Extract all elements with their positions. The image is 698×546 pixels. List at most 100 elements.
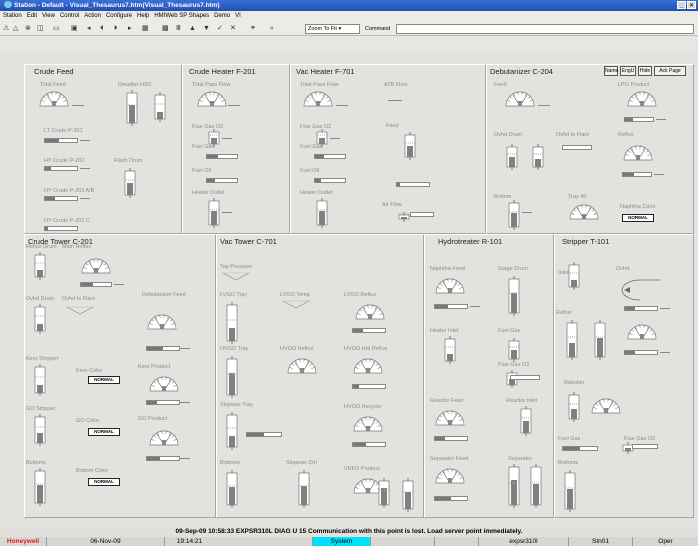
level-bar[interactable] [314,154,346,159]
level-bar[interactable] [352,328,386,333]
vessel-level-icon[interactable] [316,198,328,228]
level-bar[interactable] [624,350,658,355]
level-bar[interactable] [632,444,658,449]
menu-configure[interactable]: Configure [106,13,132,19]
vessel-level-icon[interactable] [520,406,532,436]
minimize-button[interactable]: _ [677,1,686,9]
level-bar[interactable] [434,496,468,501]
flow-gauge-icon[interactable] [196,89,228,109]
vessel-level-icon[interactable] [506,144,518,170]
valve-icon[interactable] [66,306,94,316]
vessel-level-icon[interactable] [508,338,520,362]
command-input[interactable] [396,24,694,34]
zoom-icon[interactable]: ⌕ [270,24,274,34]
level-bar[interactable] [562,145,592,150]
level-bar[interactable] [44,196,78,201]
flow-gauge-icon[interactable] [352,356,384,376]
flow-gauge-icon[interactable] [354,302,386,322]
bottom-color-box[interactable]: NORMAL [88,478,120,486]
save-icon[interactable]: ▦ [142,24,149,34]
menu-vi[interactable]: VI [235,13,241,19]
flow-gauge-icon[interactable] [626,322,658,342]
trend-icon[interactable]: ▩ [162,24,169,34]
vessel-level-icon[interactable] [226,302,238,344]
forward-icon[interactable]: ⏵ [114,24,118,34]
level-bar[interactable] [352,384,386,389]
prev-icon[interactable]: ◂ [87,24,91,34]
vessel-level-icon[interactable] [34,252,46,280]
level-bar[interactable] [510,375,540,380]
vessel-level-icon[interactable] [34,414,46,446]
next-icon[interactable]: ▸ [128,24,132,34]
valve-icon[interactable] [222,272,250,282]
flow-gauge-icon[interactable] [434,466,466,486]
level-bar[interactable] [562,446,598,451]
flow-gauge-icon[interactable] [146,312,178,332]
vessel-level-icon[interactable] [126,90,138,126]
flow-gauge-icon[interactable] [568,202,600,222]
cancel-icon[interactable]: ✕ [230,24,236,34]
vessel-level-icon[interactable] [124,168,136,198]
flow-gauge-icon[interactable] [434,276,466,296]
go-color-box[interactable]: NORMAL [88,428,120,436]
display-icon[interactable]: ▭ [53,24,60,34]
cross-icon[interactable]: ⊗ [25,24,31,34]
acknowledge-icon[interactable]: △ [13,24,18,34]
system-status[interactable]: System [312,537,370,546]
menu-control[interactable]: Control [60,13,79,19]
level-bar[interactable] [434,436,468,441]
bars-icon[interactable]: Ⅲ [176,24,181,34]
zoom-select[interactable]: Zoom To Fit ▾ [305,24,360,34]
flow-gauge-icon[interactable] [80,256,112,276]
menu-view[interactable]: View [42,13,55,19]
vessel-level-icon[interactable] [34,468,46,506]
vessel-level-icon[interactable] [404,132,416,160]
vessel-level-icon[interactable] [298,470,310,508]
vessel-level-icon[interactable] [532,144,544,170]
menu-hmiweb[interactable]: HMIWeb SP Shapes [154,13,209,19]
vessel-level-icon[interactable] [564,470,576,512]
link-icon[interactable]: ⚭ [250,24,256,34]
vessel-level-icon[interactable] [568,392,580,422]
vessel-level-icon[interactable] [508,464,520,508]
level-bar[interactable] [314,178,346,183]
menu-demo[interactable]: Demo [214,13,230,19]
vessel-level-icon[interactable] [226,412,238,450]
flow-gauge-icon[interactable] [590,396,622,416]
vessel-level-icon[interactable] [568,262,580,290]
lower-icon[interactable]: ▼ [203,24,210,34]
valve-icon[interactable] [282,300,310,310]
menu-help[interactable]: Help [137,13,149,19]
check-icon[interactable]: ✓ [217,24,223,34]
page-icon[interactable]: ▣ [71,24,78,34]
flow-gauge-icon[interactable] [504,89,536,109]
vessel-level-icon[interactable] [444,336,456,364]
vessel-level-icon[interactable] [378,478,390,508]
level-bar[interactable] [146,456,180,461]
level-bar[interactable] [146,400,180,405]
level-bar[interactable] [352,442,386,447]
flow-gauge-icon[interactable] [434,408,466,428]
flow-gauge-icon[interactable] [148,428,180,448]
vessel-level-icon[interactable] [508,276,520,316]
level-bar[interactable] [44,166,78,171]
level-bar[interactable] [624,117,654,122]
flow-gauge-icon[interactable] [352,414,384,434]
kero-color-box[interactable]: NORMAL [88,376,120,384]
vessel-level-icon[interactable] [508,200,520,230]
vessel-level-icon[interactable] [34,364,46,396]
level-bar[interactable] [410,212,434,217]
level-bar[interactable] [80,282,112,287]
level-bar[interactable] [206,154,238,159]
menu-edit[interactable]: Edit [27,13,37,19]
level-bar[interactable] [246,432,282,437]
vessel-level-icon[interactable] [402,478,414,512]
vessel-level-icon[interactable] [594,320,606,360]
level-bar[interactable] [44,138,78,143]
menu-station[interactable]: Station [3,13,22,19]
flow-gauge-icon[interactable] [286,356,318,376]
vessel-level-icon[interactable] [154,92,166,122]
vessel-level-icon[interactable] [226,356,238,398]
level-bar[interactable] [146,346,180,351]
level-bar[interactable] [396,182,430,187]
